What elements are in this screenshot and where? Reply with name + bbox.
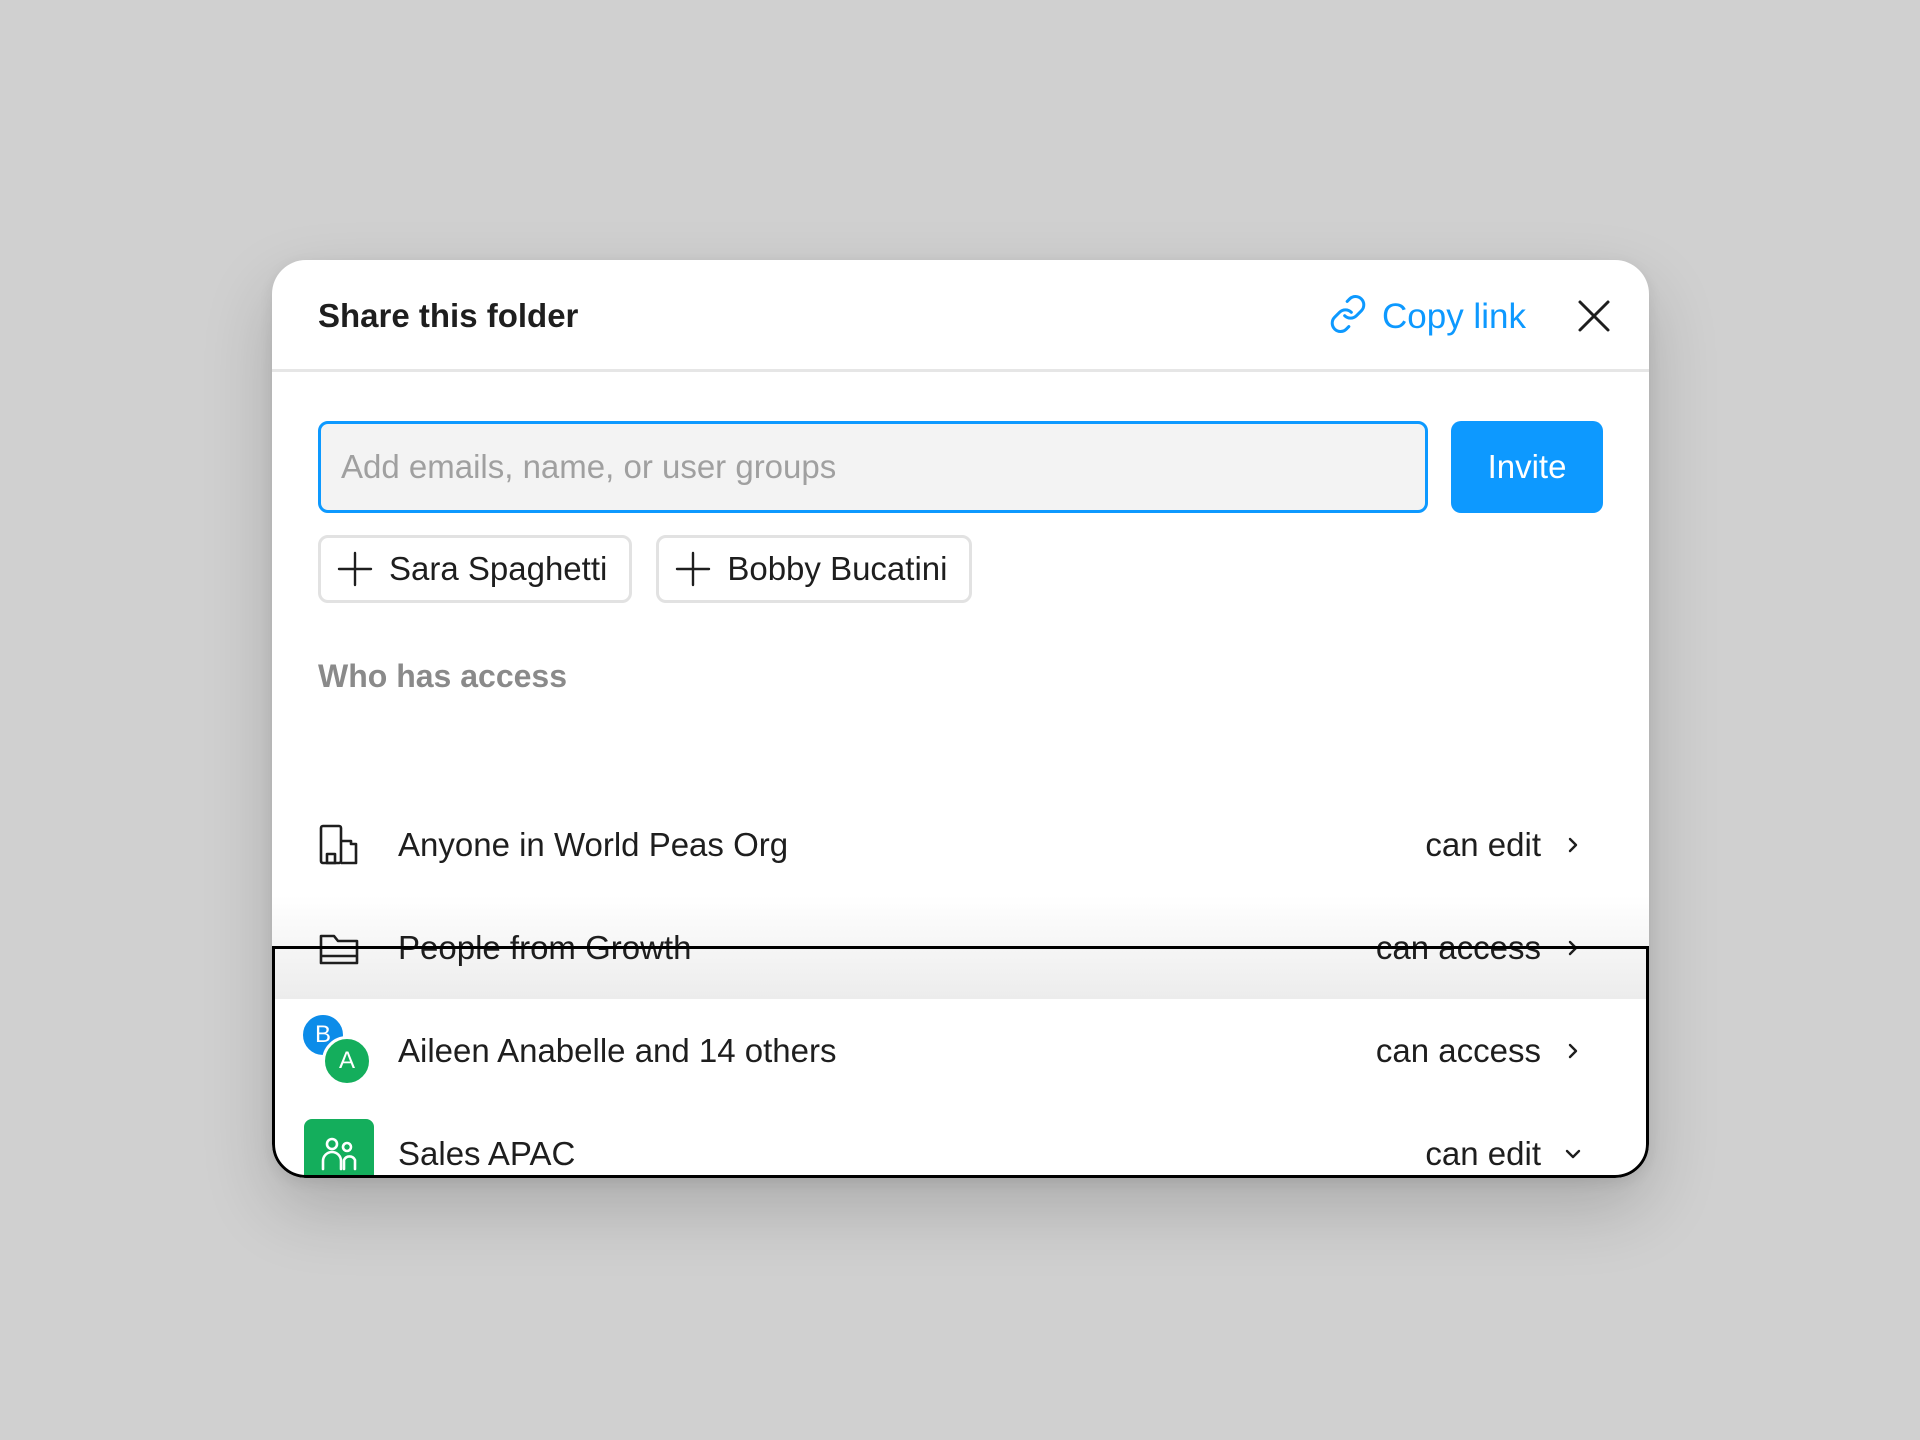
- access-row-team-folder[interactable]: People from Growth can access: [272, 896, 1649, 999]
- permission-dropdown[interactable]: can edit: [1425, 1135, 1583, 1173]
- access-row-people[interactable]: B A Aileen Anabelle and 14 others can ac…: [272, 999, 1649, 1102]
- access-row-name: Aileen Anabelle and 14 others: [398, 1031, 837, 1069]
- permission-label: can access: [1375, 1031, 1541, 1069]
- suggestion-chip-label: Sara Spaghetti: [389, 550, 608, 587]
- copy-link-label: Copy link: [1382, 296, 1526, 336]
- share-dialog: Share this folder Copy link Invite: [272, 260, 1649, 1178]
- copy-link-button[interactable]: Copy link: [1328, 260, 1526, 372]
- access-row-name: Anyone in World Peas Org: [398, 825, 789, 863]
- access-row-org[interactable]: Anyone in World Peas Org can edit: [272, 793, 1649, 896]
- close-icon: [1578, 300, 1610, 332]
- chevron-right-icon: [1568, 837, 1578, 852]
- invite-row: Invite: [318, 421, 1604, 513]
- avatar: A: [322, 1035, 372, 1086]
- avatar-stack: B A: [300, 1011, 374, 1086]
- permission-dropdown[interactable]: can edit: [1425, 826, 1583, 864]
- invite-button[interactable]: Invite: [1451, 421, 1603, 513]
- suggestion-chip-label: Bobby Bucatini: [727, 550, 948, 587]
- permission-label: can access: [1375, 928, 1541, 966]
- permission-dropdown[interactable]: can access: [1376, 929, 1583, 967]
- permission-label: can edit: [1425, 1134, 1541, 1172]
- organization-icon: [304, 810, 374, 880]
- chevron-down-icon: [1565, 1149, 1581, 1158]
- permission-dropdown[interactable]: can access: [1376, 1032, 1583, 1070]
- plus-icon: [676, 551, 711, 587]
- link-icon: [1328, 294, 1368, 339]
- user-group-icon: [304, 1118, 374, 1178]
- folder-icon: [304, 913, 374, 983]
- access-row-name: Sales APAC: [398, 1134, 576, 1172]
- suggested-people: Sara Spaghetti Bobby Bucatini: [318, 535, 973, 603]
- access-row-user-group[interactable]: Sales APAC can edit: [272, 1102, 1649, 1178]
- suggestion-chip-bobby-bucatini[interactable]: Bobby Bucatini: [656, 535, 973, 603]
- invite-email-input[interactable]: [318, 421, 1428, 513]
- dialog-title: Share this folder: [318, 297, 579, 334]
- access-row-name: People from Growth: [398, 928, 692, 966]
- permission-label: can edit: [1425, 825, 1541, 863]
- chevron-right-icon: [1568, 1043, 1578, 1058]
- close-button[interactable]: [1572, 294, 1616, 338]
- user-group-tile: [304, 1118, 374, 1178]
- who-has-access-heading: Who has access: [318, 658, 567, 694]
- chevron-right-icon: [1568, 940, 1578, 955]
- suggestion-chip-sara-spaghetti[interactable]: Sara Spaghetti: [318, 535, 633, 603]
- dialog-header: Share this folder Copy link: [272, 260, 1649, 372]
- plus-icon: [337, 551, 373, 587]
